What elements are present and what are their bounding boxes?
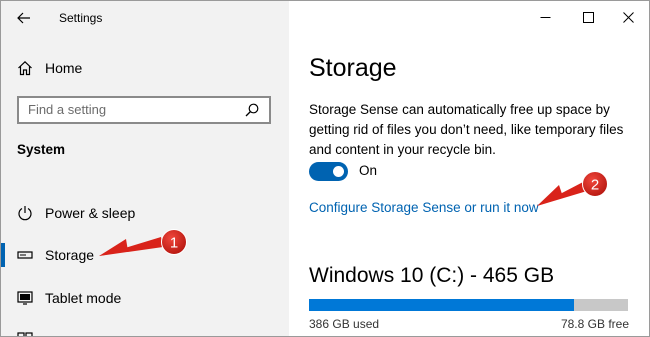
settings-sidebar: Settings Home Find a setting System Powe… (1, 1, 289, 336)
close-icon (622, 11, 634, 23)
free-space-label: 78.8 GB free (560, 317, 629, 331)
search-placeholder: Find a setting (28, 102, 107, 117)
minimize-button[interactable] (522, 4, 568, 30)
used-space-label: 386 GB used (309, 317, 380, 331)
maximize-icon (582, 11, 594, 23)
configure-storage-sense-link[interactable]: Configure Storage Sense or run it now (309, 200, 539, 215)
sidebar-item-home[interactable]: Home (1, 53, 289, 83)
page-title: Storage (309, 54, 397, 82)
back-arrow-icon (17, 12, 30, 24)
close-button[interactable] (605, 4, 649, 30)
drive-title: Windows 10 (C:) - 465 GB (309, 264, 555, 287)
section-title: System (17, 142, 66, 157)
sidebar-item-label: Tablet mode (45, 290, 122, 306)
toggle-state-label: On (359, 163, 378, 178)
minimize-icon (540, 16, 550, 18)
storage-sense-toggle[interactable] (309, 162, 348, 181)
storage-page: Storage Storage Sense can automatically … (289, 1, 649, 336)
sidebar-item-power-sleep[interactable]: Power & sleep (1, 198, 289, 228)
sidebar-item-partial[interactable] (1, 323, 289, 336)
back-button[interactable] (11, 7, 37, 29)
power-icon (17, 205, 33, 221)
settings-window: Settings Home Find a setting System Powe… (0, 0, 650, 337)
sidebar-item-label: Power & sleep (45, 205, 136, 221)
toggle-knob (333, 166, 344, 177)
multitasking-icon (17, 330, 33, 336)
drive-usage-fill (309, 299, 574, 311)
sidebar-item-storage[interactable]: Storage (1, 240, 289, 270)
search-input[interactable]: Find a setting (17, 96, 271, 124)
storage-sense-description: Storage Sense can automatically free up … (309, 102, 624, 157)
tablet-mode-icon (17, 290, 33, 306)
storage-icon (17, 247, 33, 263)
home-icon (17, 60, 33, 76)
search-icon (245, 103, 259, 117)
selection-indicator (1, 243, 5, 267)
sidebar-item-label: Storage (45, 247, 95, 263)
sidebar-item-tablet-mode[interactable]: Tablet mode (1, 283, 289, 313)
drive-usage-bar (309, 299, 628, 311)
app-title: Settings (59, 11, 103, 25)
sidebar-item-label: Home (45, 60, 83, 76)
